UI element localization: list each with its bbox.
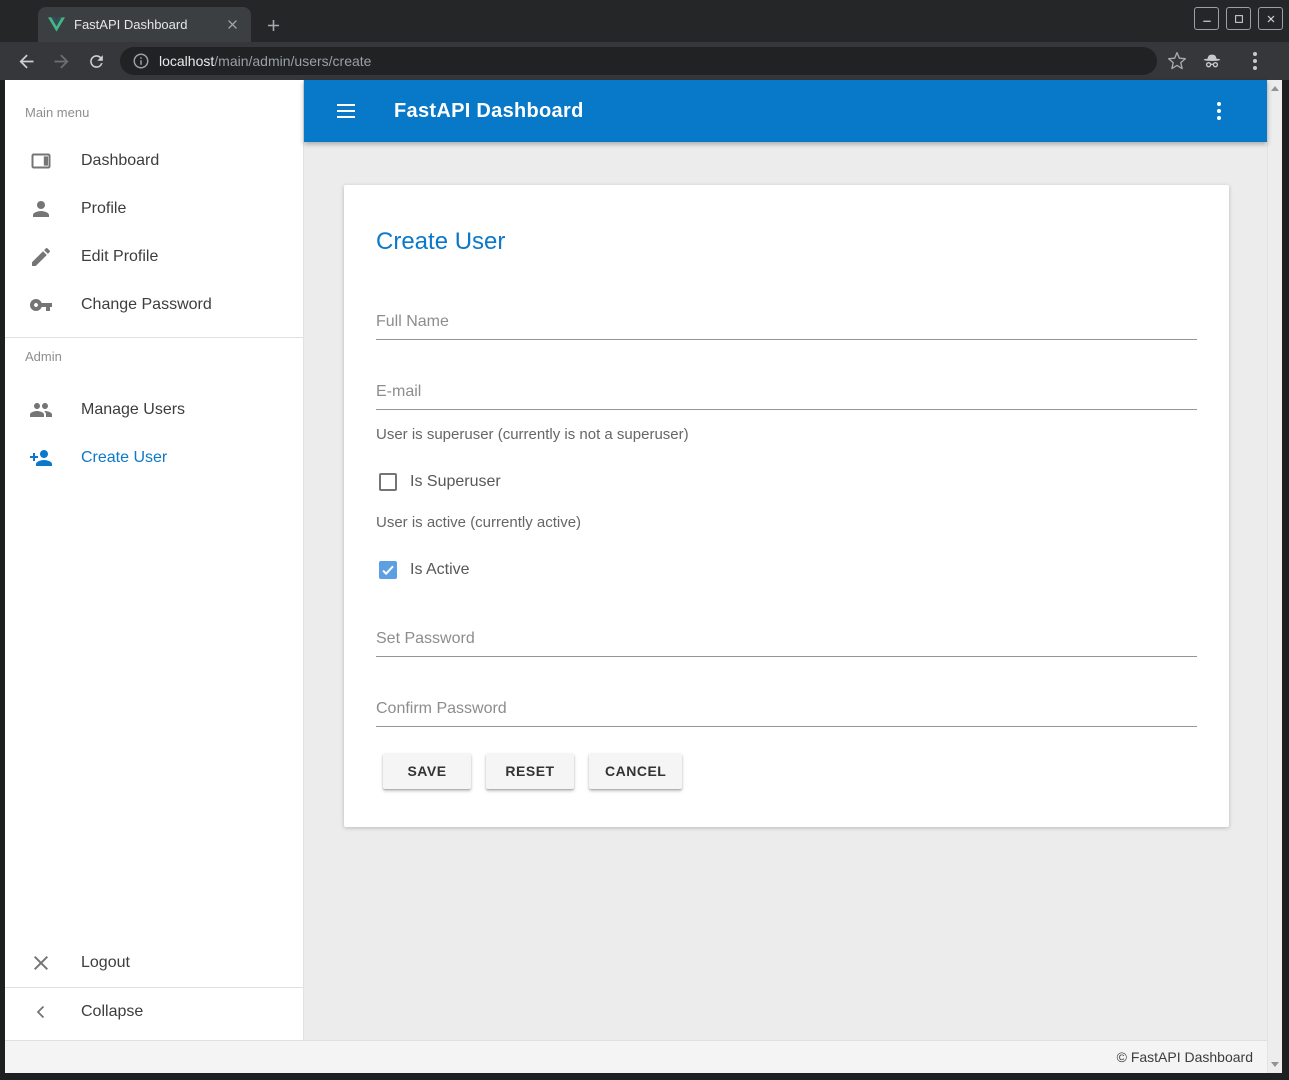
sidebar: Main menu Dashboard Profile: [5, 80, 304, 1040]
sidebar-item-dashboard[interactable]: Dashboard: [5, 137, 303, 185]
create-user-card: Create User Full Name E-mail User is sup…: [344, 185, 1229, 827]
sidebar-item-edit-profile[interactable]: Edit Profile: [5, 233, 303, 281]
web-page: Main menu Dashboard Profile: [5, 80, 1282, 1073]
vue-logo-icon: [48, 17, 65, 32]
incognito-icon: [1201, 50, 1223, 72]
sidebar-divider: [5, 337, 303, 338]
browser-titlebar: FastAPI Dashboard: [0, 0, 1289, 42]
appbar-menu-icon[interactable]: [1201, 93, 1237, 129]
browser-toolbar: localhost/main/admin/users/create: [0, 42, 1289, 80]
reset-button[interactable]: RESET: [486, 753, 574, 789]
tab-title: FastAPI Dashboard: [74, 17, 224, 32]
page-info-icon[interactable]: [132, 52, 150, 70]
reload-icon[interactable]: [82, 47, 110, 75]
page-title: Create User: [376, 227, 1197, 257]
email-field[interactable]: E-mail: [376, 382, 1197, 410]
key-icon: [29, 293, 53, 317]
save-button[interactable]: SAVE: [383, 753, 471, 789]
pencil-icon: [29, 245, 53, 269]
confirm-password-field[interactable]: Confirm Password: [376, 699, 1197, 727]
new-tab-button[interactable]: [260, 12, 286, 38]
sidebar-item-profile[interactable]: Profile: [5, 185, 303, 233]
close-button[interactable]: [1258, 7, 1283, 30]
address-bar[interactable]: localhost/main/admin/users/create: [120, 47, 1157, 75]
maximize-button[interactable]: [1226, 7, 1251, 30]
checkbox-checked-icon[interactable]: [379, 561, 397, 579]
sidebar-section-main-menu: Main menu: [5, 105, 303, 121]
scrollbar-up-icon[interactable]: [1271, 86, 1279, 91]
person-add-icon: [29, 446, 53, 470]
is-active-checkbox[interactable]: Is Active: [376, 561, 1197, 579]
set-password-label: Set Password: [376, 629, 1197, 648]
browser-menu-icon[interactable]: [1237, 43, 1273, 79]
main-content: FastAPI Dashboard Create User Full Name …: [304, 80, 1267, 1040]
forward-icon[interactable]: [47, 47, 75, 75]
person-icon: [29, 197, 53, 221]
chevron-left-icon: [29, 1000, 53, 1024]
sidebar-item-collapse[interactable]: Collapse: [5, 988, 303, 1036]
url-text[interactable]: localhost/main/admin/users/create: [159, 53, 371, 69]
back-icon[interactable]: [12, 47, 40, 75]
url-host: localhost: [159, 53, 214, 69]
appbar-title: FastAPI Dashboard: [394, 100, 584, 123]
copyright-text: © FastAPI Dashboard: [1117, 1049, 1253, 1065]
is-superuser-label: Is Superuser: [410, 473, 501, 491]
url-path: /main/admin/users/create: [214, 53, 371, 69]
sidebar-item-change-password[interactable]: Change Password: [5, 281, 303, 329]
window-controls: [1194, 7, 1283, 30]
browser-tab[interactable]: FastAPI Dashboard: [38, 7, 251, 42]
dashboard-icon: [29, 149, 53, 173]
set-password-field[interactable]: Set Password: [376, 629, 1197, 657]
bookmark-star-icon[interactable]: [1167, 51, 1187, 71]
scrollbar-down-icon[interactable]: [1271, 1062, 1279, 1067]
is-superuser-checkbox[interactable]: Is Superuser: [376, 473, 1197, 491]
page-scrollbar[interactable]: [1267, 80, 1282, 1073]
sidebar-item-logout[interactable]: Logout: [5, 939, 303, 987]
active-hint: User is active (currently active): [376, 514, 1197, 532]
minimize-button[interactable]: [1194, 7, 1219, 30]
cancel-button[interactable]: CANCEL: [589, 753, 682, 789]
checkbox-unchecked-icon[interactable]: [379, 473, 397, 491]
appbar: FastAPI Dashboard: [304, 80, 1267, 142]
is-active-label: Is Active: [410, 561, 470, 579]
confirm-password-label: Confirm Password: [376, 699, 1197, 718]
sidebar-section-admin: Admin: [5, 349, 303, 365]
full-name-field[interactable]: Full Name: [376, 312, 1197, 340]
superuser-hint: User is superuser (currently is not a su…: [376, 426, 1197, 444]
close-icon: [29, 951, 53, 975]
tab-close-icon[interactable]: [224, 16, 241, 33]
people-icon: [29, 398, 53, 422]
sidebar-item-manage-users[interactable]: Manage Users: [5, 386, 303, 434]
page-footer: © FastAPI Dashboard: [5, 1040, 1267, 1073]
email-label: E-mail: [376, 382, 1197, 401]
sidebar-item-create-user[interactable]: Create User: [5, 434, 303, 482]
full-name-label: Full Name: [376, 312, 1197, 331]
hamburger-menu-icon[interactable]: [328, 93, 364, 129]
